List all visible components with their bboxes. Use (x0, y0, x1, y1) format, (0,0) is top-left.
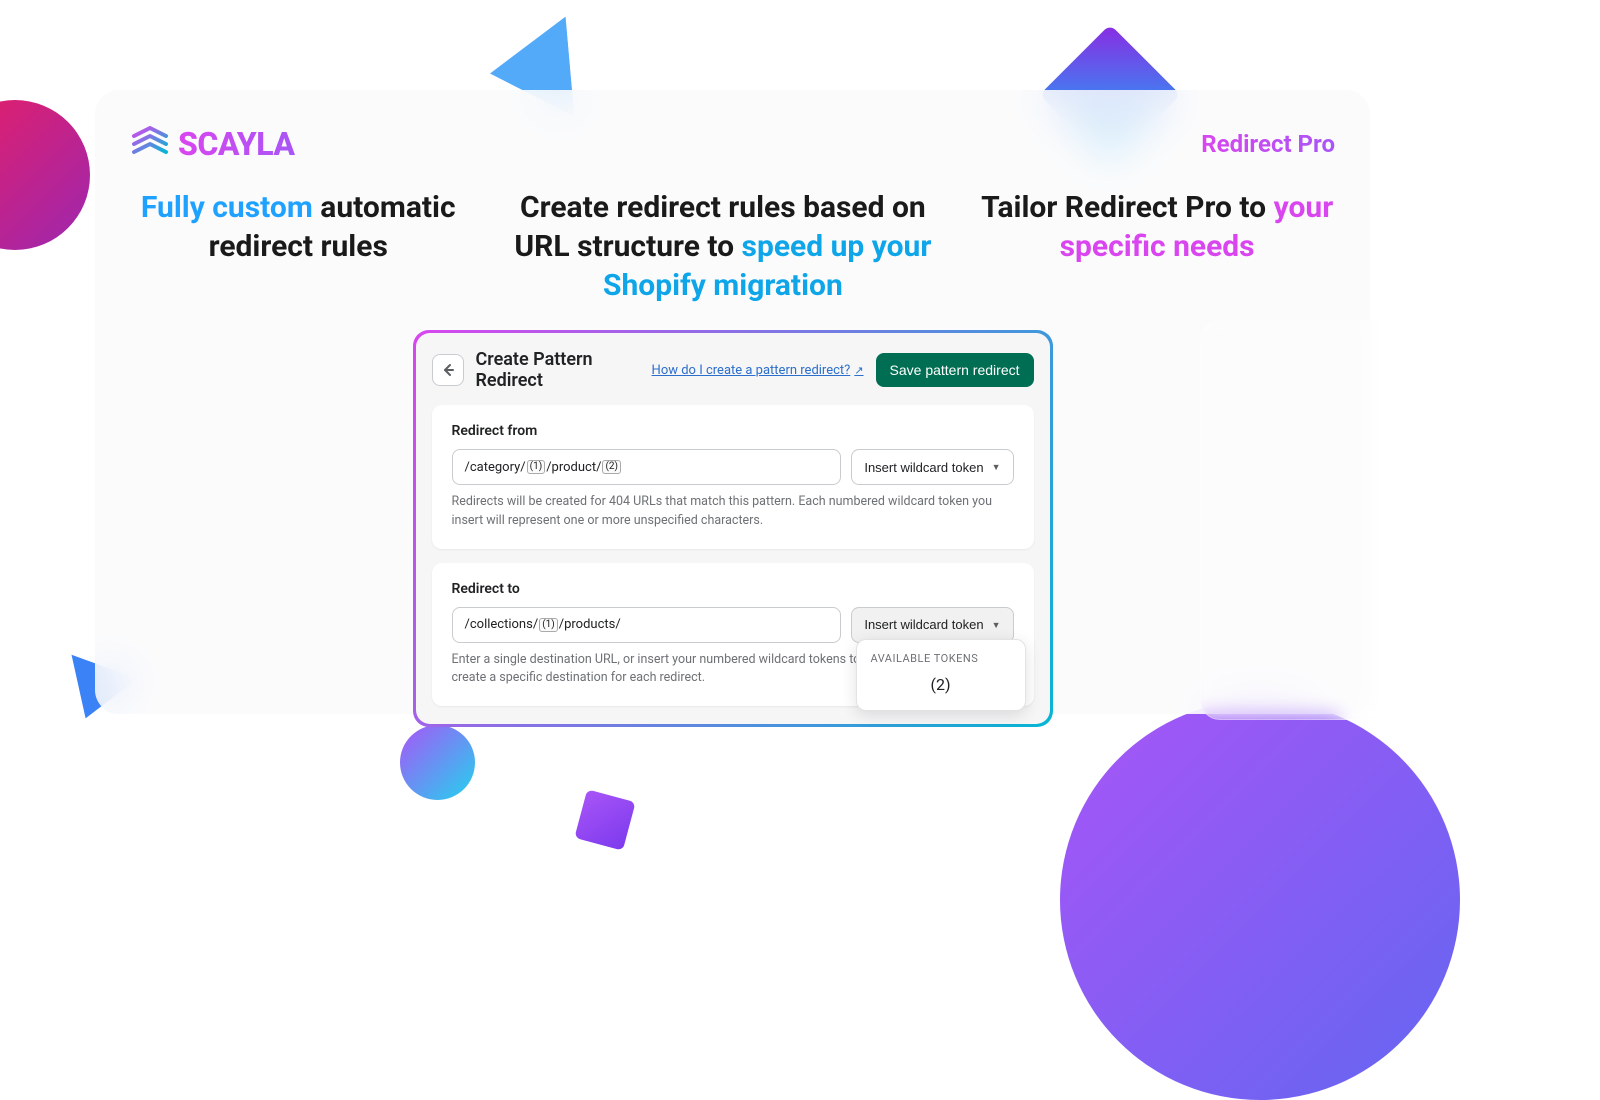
card-header: SCAYLA Redirect Pro (125, 125, 1340, 163)
redirect-to-help: Enter a single destination URL, or inser… (452, 651, 862, 689)
redirect-from-input[interactable]: /category/(1)/product/(2) (452, 449, 842, 485)
back-button[interactable] (432, 354, 464, 386)
popover-token-option[interactable]: (2) (871, 675, 1011, 694)
button-label: Insert wildcard token (864, 460, 983, 475)
dialog-header: Create Pattern Redirect How do I create … (432, 349, 1034, 391)
product-name: Redirect Pro (1201, 130, 1335, 158)
caret-down-icon: ▼ (992, 620, 1001, 630)
headline-accent: Fully custom (141, 190, 313, 225)
redirect-to-label: Redirect to (452, 581, 1014, 597)
help-link-text: How do I create a pattern redirect? (652, 363, 851, 378)
marketing-card: SCAYLA Redirect Pro Fully custom automat… (95, 90, 1370, 714)
headline-column-2: Create redirect rules based on URL struc… (502, 188, 945, 305)
dialog-title: Create Pattern Redirect (476, 349, 640, 391)
input-text-part: /products/ (559, 617, 621, 632)
button-label: Insert wildcard token (864, 617, 983, 632)
input-text-part: /product/ (546, 460, 601, 475)
wildcard-token-1: (1) (539, 618, 558, 632)
insert-wildcard-to-button[interactable]: Insert wildcard token ▼ (851, 607, 1013, 643)
headline-column-3: Tailor Redirect Pro to your specific nee… (974, 188, 1340, 305)
redirect-to-row: /collections/(1)/products/ Insert wildca… (452, 607, 1014, 643)
create-pattern-dialog: Create Pattern Redirect How do I create … (416, 333, 1050, 724)
redirect-to-section: Redirect to /collections/(1)/products/ I… (432, 563, 1034, 707)
token-popover: AVAILABLE TOKENS (2) (856, 639, 1026, 711)
help-link[interactable]: How do I create a pattern redirect? ↗ (652, 363, 864, 378)
redirect-to-input[interactable]: /collections/(1)/products/ (452, 607, 842, 643)
input-text-part: /collections/ (465, 617, 539, 632)
decor-circle-big (1060, 700, 1460, 1100)
redirect-from-label: Redirect from (452, 423, 1014, 439)
decor-square-tiny (574, 789, 635, 850)
dialog-border: Create Pattern Redirect How do I create … (413, 330, 1053, 727)
wildcard-token-1: (1) (527, 460, 546, 474)
headline-columns: Fully custom automatic redirect rules Cr… (125, 188, 1340, 305)
external-link-icon: ↗ (854, 364, 863, 377)
brand-logo: SCAYLA (130, 125, 295, 163)
insert-wildcard-from-button[interactable]: Insert wildcard token ▼ (851, 449, 1013, 485)
scayla-logo-icon (130, 126, 170, 162)
decor-circle-small (400, 725, 475, 800)
popover-label: AVAILABLE TOKENS (871, 652, 1011, 665)
save-pattern-button[interactable]: Save pattern redirect (876, 353, 1034, 387)
input-text-part: /category/ (465, 460, 526, 475)
wildcard-token-2: (2) (602, 460, 621, 474)
decor-glass-panel (1200, 320, 1480, 720)
headline-lead: Tailor Redirect Pro to (981, 190, 1274, 225)
headline-column-1: Fully custom automatic redirect rules (125, 188, 472, 305)
redirect-from-help: Redirects will be created for 404 URLs t… (452, 493, 1014, 531)
brand-name: SCAYLA (178, 125, 295, 163)
decor-circle-pink (0, 100, 90, 250)
arrow-left-icon (440, 362, 456, 378)
caret-down-icon: ▼ (992, 462, 1001, 472)
redirect-from-row: /category/(1)/product/(2) Insert wildcar… (452, 449, 1014, 485)
redirect-from-section: Redirect from /category/(1)/product/(2) … (432, 405, 1034, 549)
